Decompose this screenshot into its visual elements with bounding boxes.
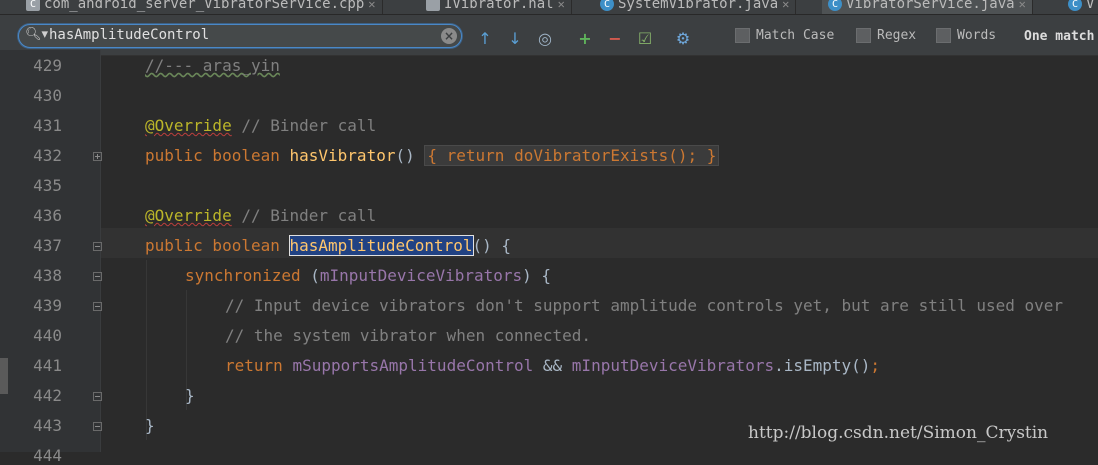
collapse-fold-icon[interactable]	[93, 242, 102, 251]
expand-fold-icon[interactable]	[93, 152, 102, 161]
find-all-icon[interactable]: ◎	[534, 27, 556, 49]
code-line-441[interactable]: return mSupportsAmplitudeControl && mInp…	[225, 356, 880, 375]
line-number: 438	[33, 266, 62, 285]
code-line-431[interactable]: @Override // Binder call	[145, 116, 376, 135]
code-line-429[interactable]: //--- aras_yin	[145, 56, 280, 75]
search-match-highlight: hasAmplitudeControl	[288, 235, 474, 256]
code-text: ) {	[522, 266, 552, 285]
select-all-occurrences-icon[interactable]: ☑	[634, 27, 656, 49]
tab-vibratorservice-java[interactable]: C VibratorService.java ✕	[822, 0, 1033, 14]
close-icon[interactable]: ✕	[368, 0, 375, 11]
field-name: mInputDeviceVibrators	[319, 266, 523, 285]
code-text: (	[300, 266, 320, 285]
collapse-fold-icon[interactable]	[93, 302, 102, 311]
tab-label: IVibrator.hal	[444, 0, 554, 12]
cpp-file-icon: C	[26, 0, 40, 11]
keyword: synchronized	[185, 266, 301, 285]
tab-label: V	[1086, 0, 1095, 12]
close-icon[interactable]: ✕	[1019, 0, 1026, 11]
line-number: 444	[33, 446, 62, 465]
checkbox-box[interactable]	[856, 28, 871, 43]
method-name: hasVibrator	[289, 146, 396, 165]
code-line-442[interactable]: }	[185, 386, 195, 405]
checkbox-label: Regex	[877, 28, 917, 43]
clear-search-icon[interactable]: ×	[441, 28, 457, 44]
java-class-icon: C	[1068, 0, 1082, 11]
watermark-text: http://blog.csdn.net/Simon_Crystin	[748, 423, 1049, 443]
field-name: mSupportsAmplitudeControl	[292, 356, 534, 375]
comment-text: // Binder call	[231, 116, 377, 135]
words-checkbox[interactable]: Words	[936, 28, 996, 43]
keyword: public boolean	[145, 236, 290, 255]
annotation: @Override	[145, 116, 232, 135]
line-number: 429	[33, 56, 62, 75]
add-occurrence-icon[interactable]: +	[574, 27, 596, 49]
line-number: 437	[33, 236, 62, 255]
tab-label: SystemVibrator.java	[618, 0, 779, 12]
previous-occurrence-icon[interactable]: ↑	[474, 27, 496, 49]
tab-label: com_android_server_VibratorService.cpp	[44, 0, 365, 12]
checkbox-label: Match Case	[756, 28, 835, 43]
tab-overflow[interactable]: C V	[1062, 0, 1098, 14]
annotation: @Override	[145, 206, 232, 225]
text-file-icon	[426, 0, 440, 11]
method-call: .isEmpty()	[774, 356, 871, 375]
code-line-438[interactable]: synchronized (mInputDeviceVibrators) {	[185, 266, 551, 285]
code-line-443[interactable]: }	[145, 416, 155, 435]
line-number: 436	[33, 206, 62, 225]
regex-checkbox[interactable]: Regex	[856, 28, 916, 43]
line-number: 440	[33, 326, 62, 345]
line-number: 435	[33, 176, 62, 195]
line-number: 431	[33, 116, 62, 135]
folded-body[interactable]: { return doVibratorExists(); }	[424, 145, 720, 166]
checkbox-box[interactable]	[735, 28, 750, 43]
comment-text: // Binder call	[231, 206, 377, 225]
close-icon[interactable]: ✕	[558, 0, 565, 11]
search-icon[interactable]: 🔍︎▾	[25, 27, 48, 42]
keyword: public boolean	[145, 146, 290, 165]
code-line-432[interactable]: public boolean hasVibrator() { return do…	[145, 145, 720, 166]
collapse-fold-icon[interactable]	[93, 272, 102, 281]
match-case-checkbox[interactable]: Match Case	[735, 28, 834, 43]
comment-text: //--- aras_yin	[145, 56, 280, 75]
editor-tab-bar: C com_android_server_VibratorService.cpp…	[0, 0, 1098, 15]
code-text: () {	[472, 236, 512, 255]
scrollbar-thumb[interactable]	[0, 358, 8, 394]
gear-icon[interactable]: ⚙	[672, 27, 694, 49]
line-number: 439	[33, 296, 62, 315]
close-icon[interactable]: ✕	[782, 0, 789, 11]
java-class-icon: C	[600, 0, 614, 11]
tab-ivibrator-hal[interactable]: IVibrator.hal ✕	[420, 0, 572, 14]
line-number: 443	[33, 416, 62, 435]
code-line-437[interactable]: public boolean hasAmplitudeControl() {	[145, 235, 512, 256]
search-query[interactable]: hasAmplitudeControl	[49, 27, 209, 43]
line-number: 432	[33, 146, 62, 165]
checkbox-label: Words	[957, 28, 997, 43]
search-input[interactable]: 🔍︎▾ hasAmplitudeControl ×	[18, 24, 462, 48]
semicolon: ;	[870, 356, 881, 375]
line-number: 430	[33, 86, 62, 105]
code-line-439[interactable]: // Input device vibrators don't support …	[225, 296, 1063, 315]
field-name: mInputDeviceVibrators	[571, 356, 775, 375]
match-count-status: One match	[1024, 29, 1095, 44]
remove-occurrence-icon[interactable]: −	[604, 27, 626, 49]
java-class-icon: C	[828, 0, 842, 11]
tab-label: VibratorService.java	[846, 0, 1015, 12]
checkbox-box[interactable]	[936, 28, 951, 43]
code-line-436[interactable]: @Override // Binder call	[145, 206, 376, 225]
collapse-fold-icon[interactable]	[93, 392, 102, 401]
code-line-440[interactable]: // the system vibrator when connected.	[225, 326, 591, 345]
indent-guide	[146, 260, 147, 440]
next-occurrence-icon[interactable]: ↓	[504, 27, 526, 49]
keyword: return	[225, 356, 293, 375]
collapse-fold-icon[interactable]	[93, 422, 102, 431]
operator: &&	[533, 356, 572, 375]
line-number: 442	[33, 386, 62, 405]
tab-vibratorservice-cpp[interactable]: C com_android_server_VibratorService.cpp…	[20, 0, 383, 14]
tab-systemvibrator-java[interactable]: C SystemVibrator.java ✕	[594, 0, 797, 14]
line-number: 441	[33, 356, 62, 375]
find-toolbar: 🔍︎▾ hasAmplitudeControl × ↑ ↓ ◎ + − ☑ ⚙ …	[0, 15, 1098, 56]
code-text: ()	[395, 146, 425, 165]
